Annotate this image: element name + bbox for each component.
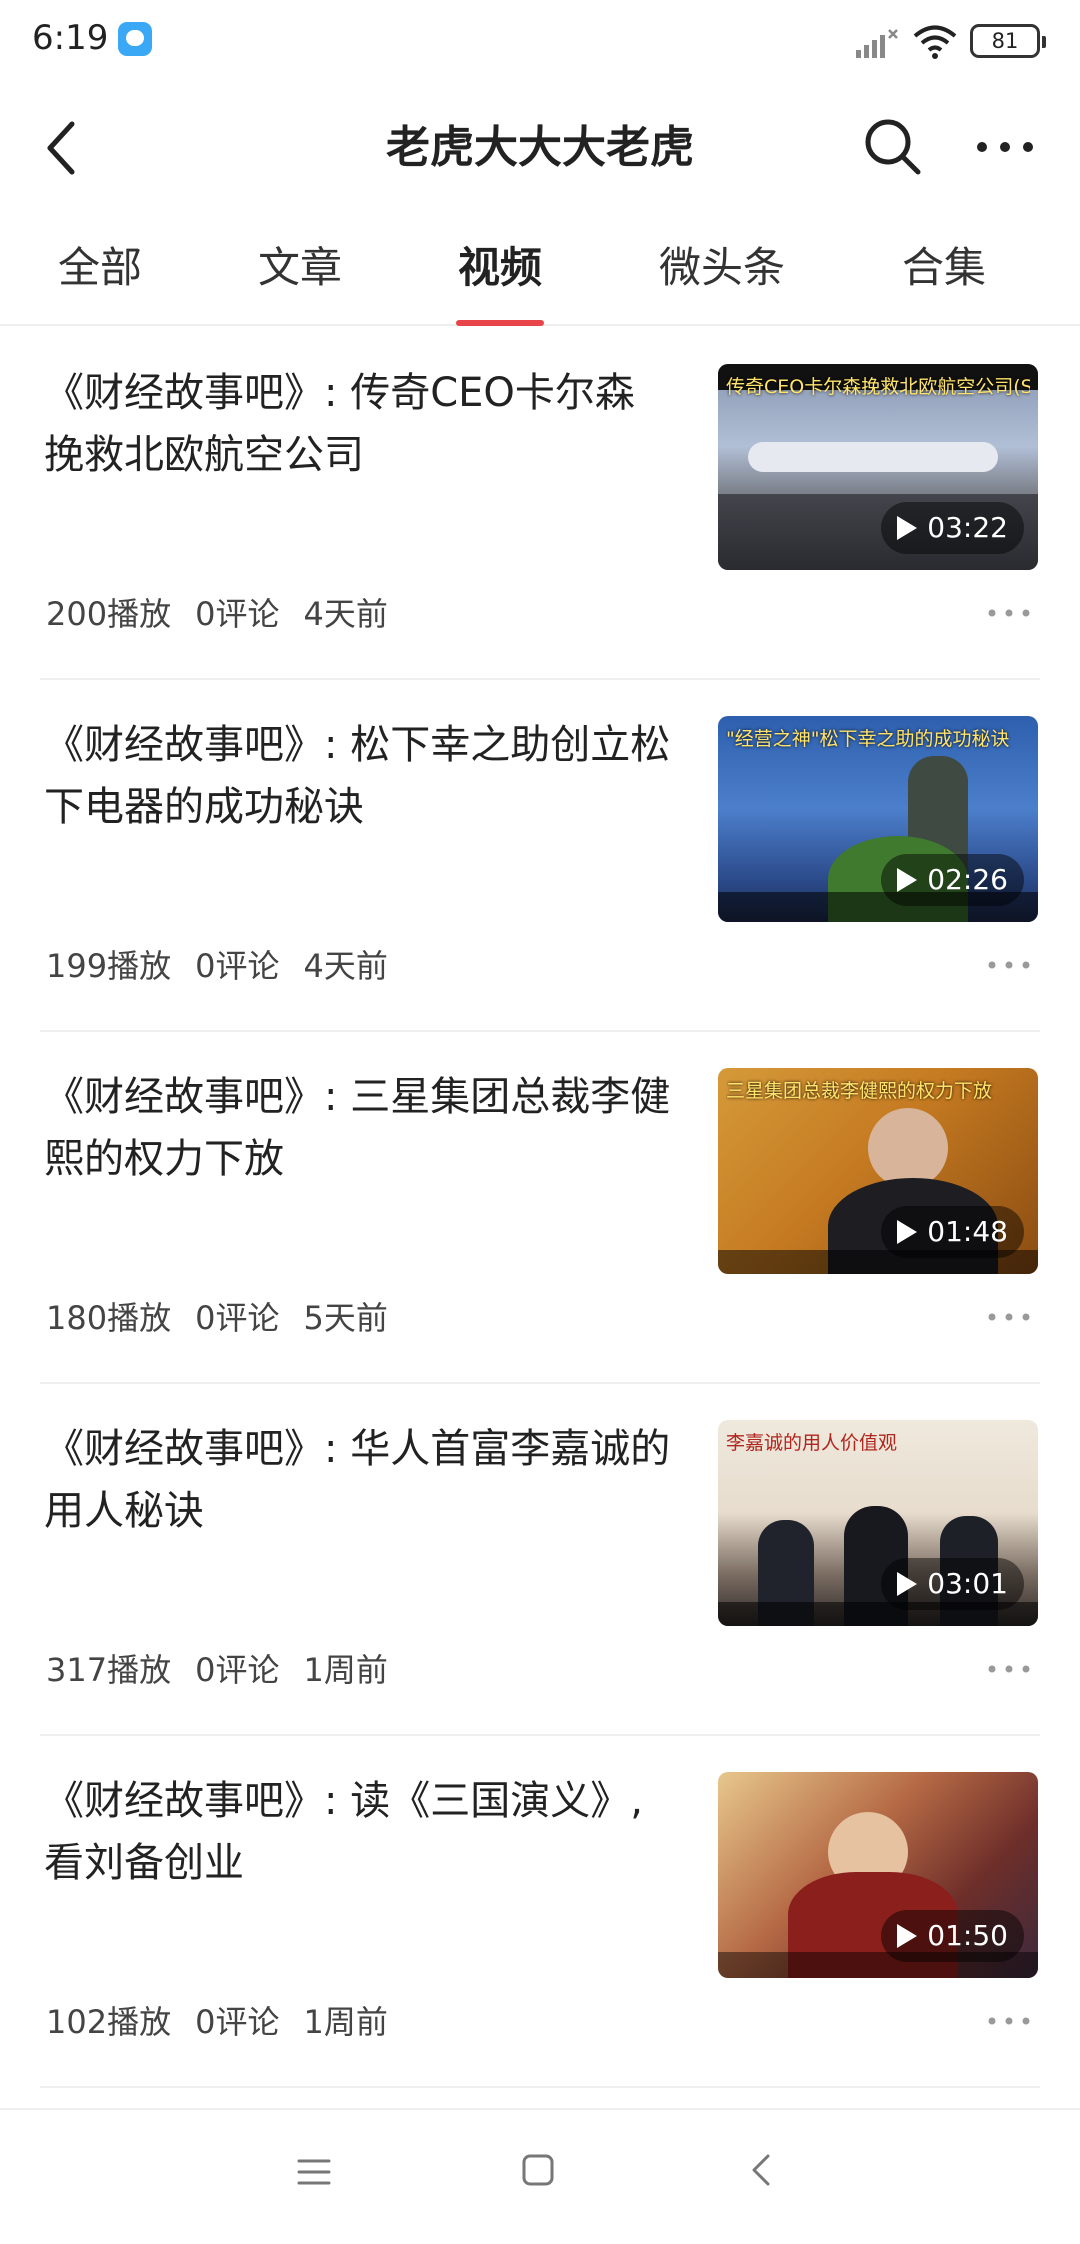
home-square-icon[interactable] xyxy=(520,2152,556,2188)
duration-text: 03:01 xyxy=(927,1567,1008,1600)
video-thumbnail[interactable]: 李嘉诚的用人价值观 03:01 xyxy=(718,1420,1038,1626)
video-item[interactable]: 《财经故事吧》: 松下幸之助创立松下电器的成功秘诀 "经营之神"松下幸之助的成功… xyxy=(0,680,1080,1032)
video-meta: 102播放 0评论 1周前 xyxy=(46,2002,412,2042)
play-icon xyxy=(897,1924,918,1948)
video-thumbnail[interactable]: 三星集团总裁李健熙的权力下放 01:48 xyxy=(718,1068,1038,1274)
duration-text: 01:48 xyxy=(927,1215,1008,1248)
video-thumbnail[interactable]: "经营之神"松下幸之助的成功秘诀 02:26 xyxy=(718,716,1038,922)
item-more-icon[interactable] xyxy=(986,1302,1032,1332)
header: 老虎大大大老虎 xyxy=(0,92,1080,202)
item-more-icon[interactable] xyxy=(986,598,1032,628)
comment-count: 0评论 xyxy=(195,947,280,985)
active-tab-indicator xyxy=(456,320,544,326)
thumbnail-caption: 李嘉诚的用人价值观 xyxy=(726,1432,898,1454)
wifi-icon xyxy=(913,25,957,59)
tab-videos[interactable]: 视频 xyxy=(452,238,548,308)
video-title[interactable]: 《财经故事吧》: 读《三国演义》, 看刘备创业 xyxy=(44,1770,674,1894)
play-icon xyxy=(897,1220,918,1244)
play-count: 317播放 xyxy=(46,1651,172,1689)
battery-icon: 81 xyxy=(970,24,1046,58)
back-chevron-icon[interactable] xyxy=(744,2152,780,2188)
publish-time: 5天前 xyxy=(303,1299,388,1337)
system-nav-bar xyxy=(0,2108,1080,2244)
more-button[interactable] xyxy=(970,114,1040,180)
publish-time: 4天前 xyxy=(303,947,388,985)
publish-time: 1周前 xyxy=(303,1651,388,1689)
play-icon xyxy=(897,516,918,540)
video-list: 《财经故事吧》: 传奇CEO卡尔森挽救北欧航空公司 传奇CEO卡尔森挽救北欧航空… xyxy=(0,328,1080,2088)
video-duration: 03:01 xyxy=(881,1558,1024,1610)
comment-count: 0评论 xyxy=(195,595,280,633)
signal-icon xyxy=(856,29,898,58)
video-meta: 180播放 0评论 5天前 xyxy=(46,1298,412,1338)
video-meta: 199播放 0评论 4天前 xyxy=(46,946,412,986)
video-title[interactable]: 《财经故事吧》: 三星集团总裁李健熙的权力下放 xyxy=(44,1066,674,1190)
search-button[interactable] xyxy=(860,114,926,180)
status-bar: 6:19 81 xyxy=(0,0,1080,84)
person-head-shape xyxy=(868,1108,948,1188)
video-thumbnail[interactable]: 传奇CEO卡尔森挽救北欧航空公司(SAS) 03:22 xyxy=(718,364,1038,570)
duration-text: 03:22 xyxy=(927,511,1008,544)
video-item[interactable]: 《财经故事吧》: 三星集团总裁李健熙的权力下放 三星集团总裁李健熙的权力下放 0… xyxy=(0,1032,1080,1384)
tab-bar: 全部 文章 视频 微头条 合集 xyxy=(0,226,1080,326)
duration-text: 01:50 xyxy=(927,1919,1008,1952)
video-item[interactable]: 《财经故事吧》: 读《三国演义》, 看刘备创业 01:50 102播放 0评论 1周… xyxy=(0,1736,1080,2088)
video-item[interactable]: 《财经故事吧》: 华人首富李嘉诚的用人秘诀 李嘉诚的用人价值观 03:01 31… xyxy=(0,1384,1080,1736)
play-count: 200播放 xyxy=(46,595,172,633)
play-icon xyxy=(897,1572,918,1596)
video-duration: 02:26 xyxy=(881,854,1024,906)
video-title[interactable]: 《财经故事吧》: 松下幸之助创立松下电器的成功秘诀 xyxy=(44,714,674,838)
back-arrow-icon xyxy=(47,121,75,175)
play-count: 180播放 xyxy=(46,1299,172,1337)
video-meta: 200播放 0评论 4天前 xyxy=(46,594,412,634)
search-icon xyxy=(865,119,921,175)
play-icon xyxy=(897,868,918,892)
video-title[interactable]: 《财经故事吧》: 华人首富李嘉诚的用人秘诀 xyxy=(44,1418,674,1542)
item-more-icon[interactable] xyxy=(986,950,1032,980)
video-duration: 01:48 xyxy=(881,1206,1024,1258)
video-duration: 03:22 xyxy=(881,502,1024,554)
publish-time: 4天前 xyxy=(303,595,388,633)
thumbnail-caption: 三星集团总裁李健熙的权力下放 xyxy=(726,1080,993,1102)
tab-articles[interactable]: 文章 xyxy=(252,238,348,308)
video-item[interactable]: 《财经故事吧》: 传奇CEO卡尔森挽救北欧航空公司 传奇CEO卡尔森挽救北欧航空… xyxy=(0,328,1080,680)
publish-time: 1周前 xyxy=(303,2003,388,2041)
video-duration: 01:50 xyxy=(881,1910,1024,1962)
tab-collections[interactable]: 合集 xyxy=(896,238,992,308)
airplane-shape xyxy=(748,442,998,472)
video-meta: 317播放 0评论 1周前 xyxy=(46,1650,412,1690)
comment-count: 0评论 xyxy=(195,1299,280,1337)
thumbnail-caption: "经营之神"松下幸之助的成功秘诀 xyxy=(726,728,1010,750)
play-count: 102播放 xyxy=(46,2003,172,2041)
tab-micro-posts[interactable]: 微头条 xyxy=(652,238,792,308)
status-time: 6:19 xyxy=(32,18,109,58)
menu-icon[interactable] xyxy=(296,2154,332,2190)
comment-count: 0评论 xyxy=(195,1651,280,1689)
video-thumbnail[interactable]: 01:50 xyxy=(718,1772,1038,1978)
comment-count: 0评论 xyxy=(195,2003,280,2041)
app-notification-icon xyxy=(118,22,152,56)
play-count: 199播放 xyxy=(46,947,172,985)
tab-all[interactable]: 全部 xyxy=(52,238,148,308)
page-title: 老虎大大大老虎 xyxy=(386,122,694,173)
video-title[interactable]: 《财经故事吧》: 传奇CEO卡尔森挽救北欧航空公司 xyxy=(44,362,674,486)
thumbnail-caption: 传奇CEO卡尔森挽救北欧航空公司(SAS) xyxy=(726,376,1030,398)
back-button[interactable] xyxy=(34,116,90,180)
more-dots-icon xyxy=(977,142,1033,152)
item-more-icon[interactable] xyxy=(986,1654,1032,1684)
duration-text: 02:26 xyxy=(927,863,1008,896)
item-more-icon[interactable] xyxy=(986,2006,1032,2036)
